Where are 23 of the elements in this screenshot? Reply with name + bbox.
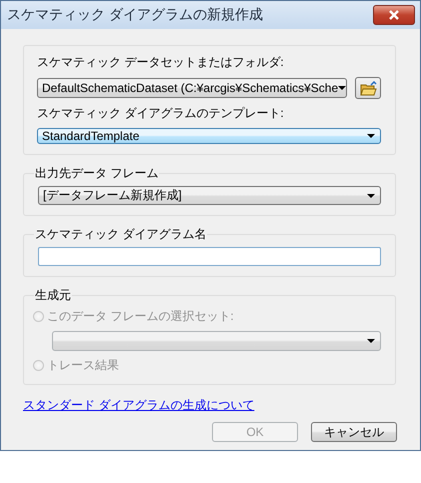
caret-icon bbox=[367, 339, 375, 343]
group-label: 出力先データ フレーム bbox=[34, 165, 160, 182]
radio-label: トレース結果 bbox=[47, 357, 119, 374]
group-label: 生成元 bbox=[34, 287, 72, 304]
radio-label: このデータ フレームの選択セット: bbox=[47, 308, 234, 325]
dropdown[interactable]: DefaultSchematicDataset (C:¥arcgis¥Schematics¥Sche bbox=[37, 78, 347, 98]
window-title: スケマティック ダイアグラムの新規作成 bbox=[7, 6, 263, 24]
folder-icon bbox=[360, 80, 376, 96]
browse-button[interactable] bbox=[355, 77, 381, 99]
dropdown[interactable]: StandardTemplate bbox=[37, 128, 381, 144]
field-label: スケマティック ダイアグラムのテンプレート: bbox=[37, 105, 285, 122]
close-button[interactable] bbox=[373, 5, 415, 25]
caret-icon bbox=[338, 86, 346, 90]
name-input-field[interactable] bbox=[38, 247, 381, 266]
dropdown[interactable]: [データフレーム新規作成] bbox=[38, 186, 381, 205]
help-link[interactable]: スタンダード ダイアグラムの生成について bbox=[23, 397, 254, 414]
caret-icon bbox=[367, 134, 375, 138]
cancel-button[interactable]: キャンセル bbox=[311, 422, 397, 442]
close-icon bbox=[388, 10, 400, 20]
caret-icon bbox=[367, 194, 375, 198]
group-label: スケマティック ダイアグラム名 bbox=[34, 226, 208, 243]
ok-button: OK bbox=[212, 422, 298, 442]
field-label: スケマティック データセットまたはフォルダ: bbox=[37, 54, 285, 71]
